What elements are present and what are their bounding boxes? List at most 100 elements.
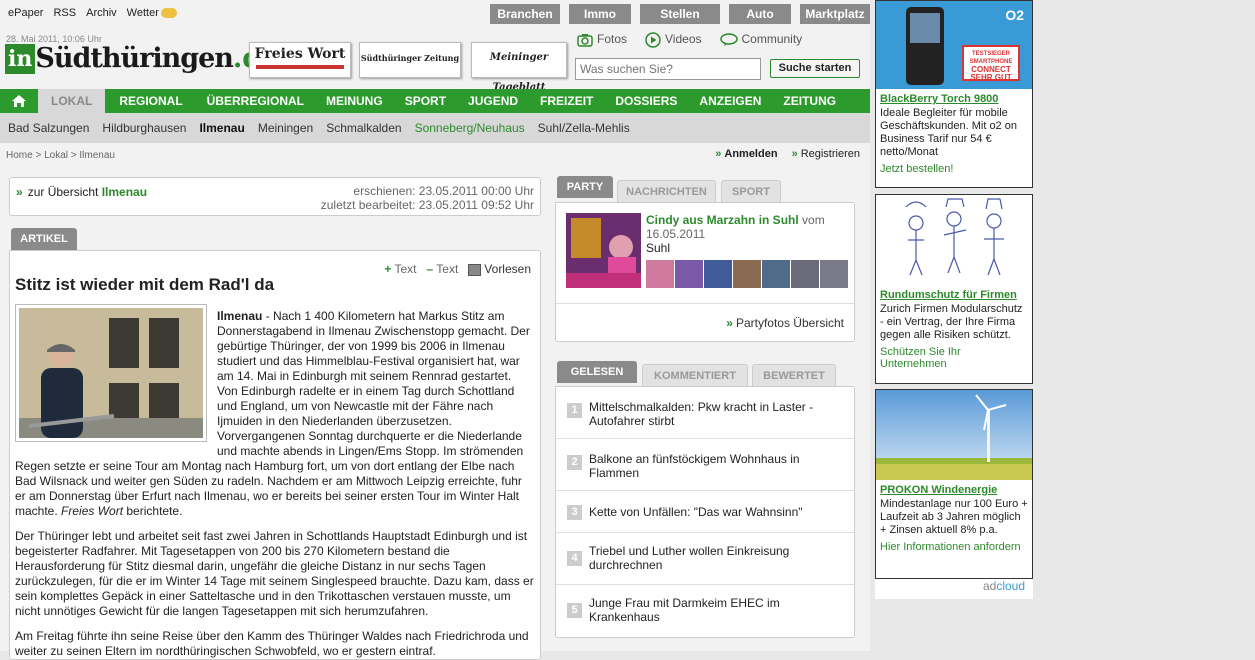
article-p1-end: berichtete.	[123, 504, 183, 518]
list-item[interactable]: 2 Balkone an fünfstöckigem Wohnhaus in F…	[556, 439, 854, 491]
chefs-illustration	[905, 198, 1004, 276]
text-larger-label: Text	[394, 262, 417, 276]
text-smaller-button[interactable]: – Text	[426, 262, 458, 276]
immo-button[interactable]: Immo	[569, 4, 631, 24]
nav-ueberregional[interactable]: ÜBERREGIONAL	[197, 89, 314, 113]
branchen-button[interactable]: Branchen	[490, 4, 560, 24]
tab-kommentiert[interactable]: KOMMENTIERT	[642, 364, 748, 386]
stellen-button[interactable]: Stellen	[640, 4, 720, 24]
ad-cta[interactable]: Jetzt bestellen!	[880, 163, 1028, 175]
epaper-link[interactable]: ePaper	[8, 7, 43, 19]
party-thumbnail[interactable]	[791, 260, 819, 288]
nav-jugend[interactable]: JUGEND	[458, 89, 528, 113]
ad-title[interactable]: Rundumschutz für Firmen	[880, 289, 1028, 301]
nav-lokal[interactable]: LOKAL	[38, 89, 106, 113]
nav-meinung[interactable]: MEINUNG	[316, 89, 393, 113]
ad-title[interactable]: BlackBerry Torch 9800	[880, 93, 1028, 105]
home-button[interactable]	[0, 89, 38, 113]
site-logo[interactable]: in Südthüringen .de	[5, 43, 278, 74]
party-thumbnail[interactable]	[733, 260, 761, 288]
tab-party[interactable]: PARTY	[557, 176, 613, 198]
ad-cta[interactable]: Hier Informationen anfordern	[880, 541, 1028, 553]
subnav-sonneberg-neuhaus[interactable]: Sonneberg/Neuhaus	[415, 121, 525, 135]
minus-icon: –	[426, 262, 434, 276]
list-item[interactable]: 1 Mittelschmalkalden: Pkw kracht in Last…	[556, 387, 854, 439]
archiv-link[interactable]: Archiv	[86, 7, 117, 19]
nav-sport[interactable]: SPORT	[395, 89, 456, 113]
subnav-hildburghausen[interactable]: Hildburghausen	[102, 121, 186, 135]
party-main-photo[interactable]	[566, 213, 641, 288]
tab-sport[interactable]: SPORT	[721, 180, 781, 202]
list-item[interactable]: 4 Triebel und Luther wollen Einkreisung …	[556, 533, 854, 585]
header: 28. Mai 2011, 10:06 Uhr in Südthüringen …	[0, 28, 870, 93]
article-paragraph-2: Der Thüringer lebt und arbeitet seit fas…	[15, 529, 534, 618]
ad-zurich[interactable]: Rundumschutz für Firmen Zurich Firmen Mo…	[875, 194, 1033, 384]
breadcrumb-home[interactable]: Home	[6, 150, 33, 161]
read-aloud-button[interactable]: Vorlesen	[468, 262, 531, 276]
marktplatz-button[interactable]: Marktplatz	[800, 4, 870, 24]
tab-bewertet[interactable]: BEWERTET	[752, 364, 836, 386]
rss-link[interactable]: RSS	[53, 7, 76, 19]
party-thumbnail[interactable]	[646, 260, 674, 288]
breadcrumb-ilmenau[interactable]: Ilmenau	[79, 150, 115, 161]
list-item-text: Triebel und Luther wollen Einkreisung du…	[589, 544, 790, 572]
text-larger-button[interactable]: + Text	[384, 262, 416, 276]
ad-prokon[interactable]: PROKON Windenergie Mindestanlage nur 100…	[875, 389, 1033, 579]
paper-freies-wort-label: Freies Wort	[254, 46, 346, 62]
party-thumbnail[interactable]	[675, 260, 703, 288]
ad-zurich-banner	[876, 195, 1032, 285]
community-link[interactable]: Community	[719, 32, 802, 48]
paper-freies-wort[interactable]: Freies Wort	[249, 42, 351, 78]
tab-artikel[interactable]: ARTIKEL	[11, 228, 77, 250]
speech-bubble-icon	[719, 33, 738, 46]
paper-meininger-tageblatt[interactable]: Meininger Tageblatt	[471, 42, 567, 93]
nav-dossiers[interactable]: DOSSIERS	[605, 89, 687, 113]
party-thumbnail[interactable]	[762, 260, 790, 288]
paper-suedthueringer-zeitung[interactable]: Südthüringer Zeitung	[359, 42, 461, 78]
ad-description: Zurich Firmen Modularschutz - ein Vertra…	[880, 303, 1023, 341]
search-input[interactable]	[575, 58, 761, 80]
list-item[interactable]: 5 Junge Frau mit Darmkeim EHEC im Kranke…	[556, 585, 854, 637]
breadcrumb-lokal[interactable]: Lokal	[44, 150, 68, 161]
tab-gelesen[interactable]: GELESEN	[557, 361, 637, 383]
subnav-suhl-zella-mehlis[interactable]: Suhl/Zella-Mehlis	[538, 121, 630, 135]
ad-cta[interactable]: Schützen Sie Ihr Unternehmen	[880, 346, 1028, 370]
nav-freizeit[interactable]: FREIZEIT	[530, 89, 603, 113]
wetter-link[interactable]: Wetter	[127, 7, 177, 19]
list-item-text: Mittelschmalkalden: Pkw kracht in Laster…	[589, 400, 814, 428]
party-thumbnail[interactable]	[704, 260, 732, 288]
list-item[interactable]: 3 Kette von Unfällen: "Das war Wahnsinn"	[556, 491, 854, 533]
party-overview-link[interactable]: » Partyfotos Übersicht	[726, 316, 844, 330]
subnav-ilmenau[interactable]: Ilmenau	[199, 121, 244, 135]
back-to-overview-link[interactable]: » zur Übersicht Ilmenau	[16, 185, 147, 199]
camera-icon	[577, 33, 593, 47]
list-item-number: 1	[567, 403, 582, 418]
o2-logo: O2	[1005, 7, 1024, 23]
text-smaller-label: Text	[436, 262, 459, 276]
ad-blackberry[interactable]: O2 TESTSIEGER SMARTPHONE CONNECT SEHR GU…	[875, 0, 1033, 188]
register-link[interactable]: » Registrieren	[792, 148, 860, 160]
login-link[interactable]: » Anmelden	[715, 148, 777, 160]
arrow-icon: »	[715, 148, 722, 160]
subnav-meiningen[interactable]: Meiningen	[258, 121, 313, 135]
party-divider	[556, 303, 854, 304]
article-source: Freies Wort	[61, 504, 124, 518]
search-button[interactable]: Suche starten	[770, 59, 860, 78]
party-thumbnail[interactable]	[820, 260, 848, 288]
ad-title[interactable]: PROKON Windenergie	[880, 484, 1028, 496]
subnav-schmalkalden[interactable]: Schmalkalden	[326, 121, 401, 135]
ad-column: O2 TESTSIEGER SMARTPHONE CONNECT SEHR GU…	[873, 0, 1036, 600]
nav-anzeigen[interactable]: ANZEIGEN	[689, 89, 771, 113]
main-nav: LOKAL REGIONAL ÜBERREGIONAL MEINUNG SPOR…	[0, 89, 870, 113]
nav-regional[interactable]: REGIONAL	[109, 89, 192, 113]
ad-blackberry-banner: O2 TESTSIEGER SMARTPHONE CONNECT SEHR GU…	[876, 1, 1032, 89]
videos-link[interactable]: Videos	[645, 32, 702, 48]
nav-zeitung[interactable]: ZEITUNG	[773, 89, 846, 113]
party-title-link[interactable]: Cindy aus Marzahn in Suhl	[646, 213, 799, 227]
adcloud-logo[interactable]: adcloud	[875, 579, 1033, 599]
paper-meininger-tageblatt-label: Meininger Tageblatt	[489, 52, 549, 93]
auto-button[interactable]: Auto	[729, 4, 791, 24]
fotos-link[interactable]: Fotos	[577, 32, 627, 48]
tab-nachrichten[interactable]: NACHRICHTEN	[617, 180, 716, 202]
subnav-bad-salzungen[interactable]: Bad Salzungen	[8, 121, 89, 135]
